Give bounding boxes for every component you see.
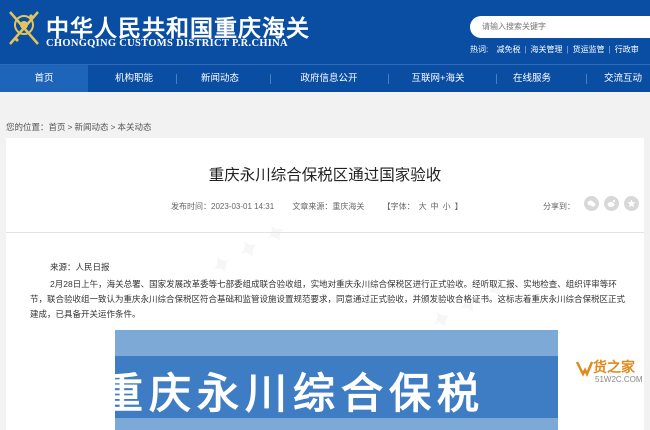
breadcrumb-link-local-news[interactable]: 本关动态 bbox=[117, 122, 151, 132]
article-photo: 重庆永川综合保税 bbox=[115, 330, 558, 430]
site-watermark: 货之家 51W2C.COM bbox=[575, 357, 650, 397]
nav-divider bbox=[176, 74, 177, 84]
article-source: 文章来源：重庆海关 bbox=[292, 202, 365, 211]
breadcrumb-prefix: 您的位置： bbox=[6, 122, 49, 132]
share-label: 分享到： bbox=[543, 202, 575, 211]
breadcrumb-separator: > bbox=[67, 122, 73, 132]
watermark-logo-icon bbox=[575, 361, 593, 377]
hot-words: 热词: 减免税 | 海关管理 | 货运监管 | 行政审 bbox=[470, 44, 639, 56]
nav-item-news[interactable]: 新闻动态 bbox=[180, 65, 260, 92]
spacer bbox=[0, 92, 650, 110]
breadcrumb-link-home[interactable]: 首页 bbox=[49, 122, 66, 132]
article-title: 重庆永川综合保税区通过国家验收 bbox=[208, 167, 442, 184]
nav-item-home[interactable]: 首页 bbox=[0, 65, 88, 92]
hot-word-link[interactable]: 海关管理 bbox=[531, 44, 563, 55]
search-input[interactable]: 请输入搜索关键字 bbox=[482, 21, 546, 32]
watermark-domain: 51W2C.COM bbox=[595, 375, 643, 384]
breadcrumb: 您的位置：首页 > 新闻动态 > 本关动态 bbox=[6, 121, 152, 133]
hot-word-link[interactable]: 货运监管 bbox=[573, 44, 605, 55]
font-large-button[interactable]: 大 bbox=[419, 202, 427, 211]
article-meta: 发布时间：2023-03-01 14:31 文章来源：重庆海关 【字体： 大中小】 bbox=[171, 201, 467, 212]
photo-sign-text: 重庆永川综合保税 bbox=[115, 369, 486, 418]
site-title-english: CHONGQING CUSTOMS DISTRICT P.R.CHINA bbox=[46, 38, 288, 49]
search-box[interactable]: 请输入搜索关键字 bbox=[470, 16, 650, 38]
nav-divider bbox=[586, 74, 587, 84]
hot-word-link[interactable]: 行政审 bbox=[615, 44, 639, 55]
font-medium-button[interactable]: 中 bbox=[431, 202, 439, 211]
nav-item-organization[interactable]: 机构职能 bbox=[94, 65, 174, 92]
meta-divider bbox=[6, 232, 644, 233]
site-header: 中华人民共和国重庆海关 CHONGQING CUSTOMS DISTRICT P… bbox=[0, 0, 650, 64]
breadcrumb-separator: > bbox=[110, 122, 116, 132]
hot-word-divider: | bbox=[608, 45, 611, 54]
nav-item-online-service[interactable]: 在线服务 bbox=[500, 65, 564, 92]
hot-word-divider: | bbox=[566, 45, 569, 54]
background-watermark: ✦ ✦ ✦ bbox=[204, 214, 295, 286]
nav-item-internet-customs[interactable]: 互联网+海关 bbox=[394, 65, 482, 92]
font-size-close: 】 bbox=[454, 202, 463, 211]
nav-divider bbox=[496, 74, 497, 84]
weibo-share-icon[interactable] bbox=[604, 196, 619, 211]
hot-words-label: 热词: bbox=[470, 45, 489, 54]
nav-divider bbox=[270, 74, 271, 84]
publish-time: 发布时间：2023-03-01 14:31 bbox=[171, 202, 275, 211]
article-panel: ✦ ✦ ✦ ✦ ✦ ✦ 重庆永川综合保税区通过国家验收 发布时间：2023-03… bbox=[6, 138, 644, 430]
watermark-text: 货之家 bbox=[593, 359, 635, 375]
customs-emblem-icon[interactable] bbox=[6, 8, 42, 48]
font-small-button[interactable]: 小 bbox=[443, 202, 451, 211]
main-nav: 首页 机构职能 新闻动态 政府信息公开 互联网+海关 在线服务 交流互动 bbox=[0, 64, 650, 92]
nav-item-interaction[interactable]: 交流互动 bbox=[596, 65, 650, 92]
nav-item-gov-info[interactable]: 政府信息公开 bbox=[280, 65, 378, 92]
breadcrumb-link-news[interactable]: 新闻动态 bbox=[75, 122, 109, 132]
qzone-share-icon[interactable] bbox=[624, 196, 639, 211]
font-size-label: 【字体： bbox=[382, 202, 415, 211]
nav-divider bbox=[388, 74, 389, 84]
wechat-share-icon[interactable] bbox=[584, 196, 599, 211]
hot-word-divider: | bbox=[524, 45, 527, 54]
hot-word-link[interactable]: 减免税 bbox=[496, 44, 520, 55]
source-line: 来源：人民日报 bbox=[50, 262, 110, 272]
article-body: 2月28日上午，海关总署、国家发展改革委等七部委组成联合验收组，实地对重庆永川综… bbox=[30, 279, 626, 319]
